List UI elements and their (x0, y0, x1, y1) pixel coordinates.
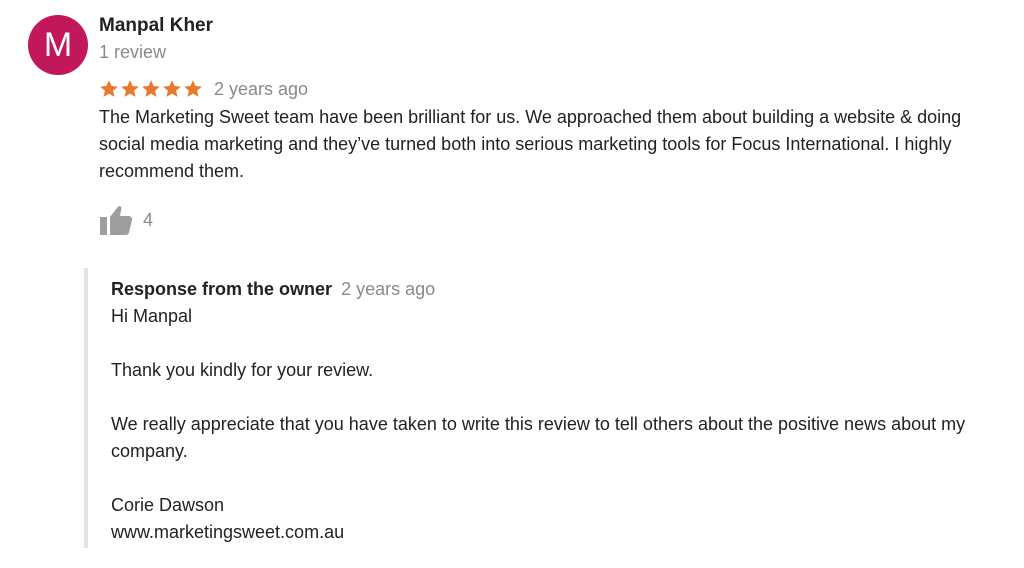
review-text: The Marketing Sweet team have been brill… (99, 107, 962, 181)
review-date: 2 years ago (214, 78, 309, 99)
star-icon (163, 80, 181, 97)
like-count: 4 (143, 209, 154, 230)
rating-row: 2 years ago (99, 76, 308, 102)
star-icon (100, 80, 118, 97)
star-icon (121, 80, 139, 97)
owner-response-text: Hi Manpal Thank you kindly for your revi… (111, 303, 1021, 546)
thumbs-up-icon[interactable] (99, 204, 133, 236)
star-icon (184, 80, 202, 97)
like-row: 4 (99, 203, 153, 237)
review-card: M Manpal Kher 1 review 2 years ago The M… (0, 0, 1024, 568)
reviewer-name[interactable]: Manpal Kher (99, 15, 213, 37)
owner-response-header: Response from the owner 2 years ago (111, 277, 435, 301)
star-rating (99, 79, 203, 99)
response-signature-site: www.marketingsweet.com.au (111, 522, 345, 542)
owner-response-label: Response from the owner (111, 279, 333, 299)
owner-response: Response from the owner 2 years ago Hi M… (84, 268, 1014, 548)
response-signature-name: Corie Dawson (111, 495, 225, 515)
response-line: We really appreciate that you have taken… (111, 414, 966, 461)
review-count[interactable]: 1 review (99, 42, 166, 63)
response-greeting: Hi Manpal (111, 306, 193, 326)
owner-response-date: 2 years ago (341, 279, 436, 299)
response-line: Thank you kindly for your review. (111, 360, 374, 380)
avatar[interactable]: M (28, 15, 88, 75)
star-icon (142, 80, 160, 97)
